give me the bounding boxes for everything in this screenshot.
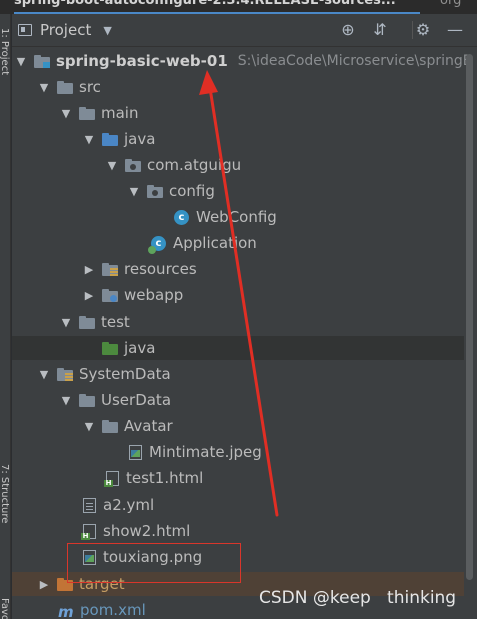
project-icon	[18, 24, 32, 36]
resources-folder-icon	[102, 262, 118, 276]
tree-row-test[interactable]: ▼ test	[12, 310, 464, 334]
folder-icon	[79, 106, 95, 120]
tree-row-systemdata[interactable]: ▼ SystemData	[12, 362, 464, 386]
package-label: com.atguigu	[147, 156, 242, 174]
structure-tool-button[interactable]: 7: Structure	[0, 464, 10, 523]
folder-icon	[79, 393, 95, 407]
package-icon	[147, 184, 163, 198]
expand-arrow-icon[interactable]: ▼	[105, 159, 119, 172]
expand-arrow-icon[interactable]: ▼	[127, 185, 141, 198]
class-label: WebConfig	[196, 208, 277, 226]
vertical-scrollbar[interactable]	[466, 54, 473, 580]
tree-row-root[interactable]: ▼ spring-basic-web-01 S:\ideaCode\Micros…	[12, 49, 473, 73]
package-icon	[125, 158, 141, 172]
folder-label: main	[101, 104, 139, 122]
maven-file-icon: m	[58, 603, 74, 619]
tree-row-show2[interactable]: H show2.html	[12, 519, 464, 543]
tree-row-test1[interactable]: H test1.html	[12, 466, 464, 490]
expand-arrow-icon[interactable]: ▶	[37, 578, 51, 591]
file-label: show2.html	[103, 522, 191, 540]
project-panel: Project ▼ ⊕ ⇵ ⚙ — ▼ spring-basic-web-01 …	[12, 14, 477, 619]
source-folder-icon	[102, 132, 118, 146]
folder-label: Avatar	[124, 417, 173, 435]
tree-row-src[interactable]: ▼ src	[12, 75, 464, 99]
folder-icon	[57, 80, 73, 94]
expand-arrow-icon[interactable]: ▼	[59, 107, 73, 120]
expand-arrow-icon[interactable]: ▼	[59, 394, 73, 407]
folder-label: java	[124, 130, 156, 148]
collapse-all-icon[interactable]: ⇵	[369, 19, 391, 41]
project-tree: ▼ spring-basic-web-01 S:\ideaCode\Micros…	[12, 48, 477, 619]
folder-label: UserData	[101, 391, 172, 409]
project-tool-button[interactable]: 1: Project	[0, 28, 10, 75]
tree-row-java[interactable]: ▼ java	[12, 127, 464, 151]
root-module-label: spring-basic-web-01	[56, 52, 228, 70]
folder-icon	[79, 315, 95, 329]
spring-boot-class-icon: c	[148, 235, 166, 254]
editor-tab-other[interactable]: org	[440, 0, 461, 8]
expand-arrow-icon[interactable]: ▼	[59, 316, 73, 329]
chevron-down-icon[interactable]: ▼	[103, 24, 111, 37]
expand-arrow-icon[interactable]: ▼	[37, 368, 51, 381]
html-file-icon: H	[104, 470, 119, 487]
folder-label: java	[124, 339, 156, 357]
folder-label: src	[79, 78, 101, 96]
root-module-path: S:\ideaCode\Microservice\springB	[237, 53, 473, 69]
tree-row-webconfig[interactable]: c WebConfig	[12, 205, 464, 229]
gear-icon[interactable]: ⚙	[412, 19, 434, 41]
image-file-icon	[129, 444, 142, 460]
tree-row-test-java[interactable]: java	[12, 336, 464, 360]
panel-title: Project	[40, 21, 92, 39]
folder-label: SystemData	[79, 365, 171, 383]
tree-row-a2[interactable]: a2.yml	[12, 493, 464, 517]
folder-label: webapp	[124, 286, 184, 304]
folder-icon	[102, 419, 118, 433]
file-label: a2.yml	[103, 496, 155, 514]
html-file-icon: H	[81, 523, 96, 540]
left-tool-stripe: 1: Project 7: Structure Favorites	[0, 14, 11, 619]
panel-header: Project ▼ ⊕ ⇵ ⚙ —	[12, 14, 477, 47]
expand-arrow-icon[interactable]: ▼	[82, 420, 96, 433]
expand-arrow-icon[interactable]: ▶	[82, 263, 96, 276]
tree-row-main[interactable]: ▼ main	[12, 101, 464, 125]
tree-row-avatar[interactable]: ▼ Avatar	[12, 414, 464, 438]
tree-row-resources[interactable]: ▶ resources	[12, 257, 464, 281]
target-icon[interactable]: ⊕	[337, 19, 359, 41]
tree-row-userdata[interactable]: ▼ UserData	[12, 388, 464, 412]
expand-arrow-icon[interactable]: ▼	[82, 133, 96, 146]
editor-tab-strip: spring-boot-autoconfigure-2.3.4.RELEASE-…	[0, 0, 477, 14]
folder-label: resources	[124, 260, 197, 278]
resources-folder-icon	[57, 367, 73, 381]
file-label: Mintimate.jpeg	[149, 443, 262, 461]
tree-row-application[interactable]: c Application	[12, 231, 464, 255]
expand-arrow-icon[interactable]: ▼	[14, 55, 28, 68]
tree-row-config[interactable]: ▼ config	[12, 179, 464, 203]
test-source-folder-icon	[102, 341, 118, 355]
annotation-highlight-box	[67, 543, 241, 583]
tree-row-mintimate[interactable]: Mintimate.jpeg	[12, 440, 464, 464]
expand-arrow-icon[interactable]: ▼	[37, 81, 51, 94]
yaml-file-icon	[83, 497, 96, 513]
favorites-tool-button[interactable]: Favorites	[0, 598, 10, 619]
module-folder-icon	[34, 54, 50, 68]
tree-row-webapp[interactable]: ▶ webapp	[12, 283, 464, 307]
folder-label: test	[101, 313, 130, 331]
watermark: CSDN @keep thinking	[259, 588, 457, 608]
view-selector[interactable]: Project ▼	[18, 18, 112, 42]
tree-row-package[interactable]: ▼ com.atguigu	[12, 153, 464, 177]
web-folder-icon	[102, 288, 118, 302]
java-class-icon: c	[174, 209, 189, 225]
package-label: config	[169, 182, 215, 200]
file-label: test1.html	[126, 469, 204, 487]
file-label: pom.xml	[80, 601, 146, 619]
class-label: Application	[173, 234, 257, 252]
hide-icon[interactable]: —	[444, 19, 466, 41]
editor-tab-active[interactable]: spring-boot-autoconfigure-2.3.4.RELEASE-…	[14, 0, 420, 14]
expand-arrow-icon[interactable]: ▶	[82, 289, 96, 302]
